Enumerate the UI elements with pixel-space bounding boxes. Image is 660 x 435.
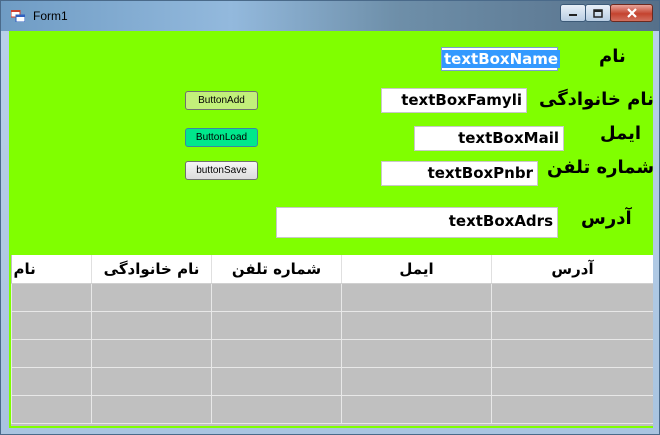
grid-cell[interactable]: [211, 395, 342, 424]
grid-cell[interactable]: [491, 367, 653, 396]
table-row[interactable]: [11, 395, 653, 424]
column-header-address[interactable]: آدرس: [491, 255, 653, 284]
form-client-area: نام textBoxName نام خانوادگی textBoxFamy…: [9, 31, 653, 428]
grid-cell[interactable]: [341, 367, 492, 396]
grid-cell[interactable]: [11, 283, 92, 312]
label-mail: ایمل: [600, 123, 642, 144]
load-button[interactable]: ButtonLoad: [185, 128, 258, 147]
grid-cell[interactable]: [91, 367, 212, 396]
label-address: آدرس: [581, 208, 632, 229]
textbox-name-selected-text: textBoxName: [442, 50, 561, 68]
grid-cell[interactable]: [211, 311, 342, 340]
textbox-phone[interactable]: textBoxPnbr: [381, 161, 538, 186]
form-app-icon: [11, 10, 25, 22]
grid-cell[interactable]: [11, 339, 92, 368]
grid-cell[interactable]: [491, 283, 653, 312]
close-button[interactable]: [610, 4, 653, 22]
table-row[interactable]: [11, 339, 653, 368]
grid-cell[interactable]: [11, 367, 92, 396]
column-header-name[interactable]: نام: [11, 255, 92, 284]
add-button[interactable]: ButtonAdd: [185, 91, 258, 110]
grid-cell[interactable]: [211, 339, 342, 368]
grid-cell[interactable]: [91, 311, 212, 340]
label-family: نام خانوادگی: [539, 89, 653, 110]
column-header-phone[interactable]: شماره تلفن: [211, 255, 342, 284]
grid-cell[interactable]: [91, 395, 212, 424]
column-header-mail[interactable]: ایمل: [341, 255, 492, 284]
maximize-button[interactable]: [585, 4, 611, 22]
grid-cell[interactable]: [341, 311, 492, 340]
label-name: نام: [599, 46, 626, 67]
grid-cell[interactable]: [211, 367, 342, 396]
grid-cell[interactable]: [11, 311, 92, 340]
grid-cell[interactable]: [341, 339, 492, 368]
form-window: Form1 نام textBoxName نام خانوادگی textB…: [0, 0, 660, 435]
textbox-address[interactable]: textBoxAdrs: [276, 207, 558, 238]
grid-cell[interactable]: [91, 339, 212, 368]
data-grid[interactable]: نام نام خانوادگی شماره تلفن ایمل آدرس: [11, 255, 653, 426]
close-icon: [626, 8, 637, 18]
title-bar[interactable]: Form1: [1, 1, 659, 31]
grid-cell[interactable]: [491, 395, 653, 424]
maximize-icon: [593, 8, 603, 18]
grid-cell[interactable]: [211, 283, 342, 312]
grid-cell[interactable]: [341, 283, 492, 312]
minimize-button[interactable]: [560, 4, 586, 22]
minimize-icon: [569, 14, 577, 16]
grid-cell[interactable]: [11, 395, 92, 424]
textbox-mail[interactable]: textBoxMail: [414, 126, 564, 151]
grid-cell[interactable]: [91, 283, 212, 312]
textbox-family[interactable]: textBoxFamyli: [381, 88, 527, 113]
grid-cell[interactable]: [341, 395, 492, 424]
table-row[interactable]: [11, 283, 653, 312]
textbox-name[interactable]: textBoxName: [441, 47, 561, 71]
label-phone: شماره تلفن: [547, 157, 653, 178]
window-title: Form1: [33, 9, 68, 23]
grid-cell[interactable]: [491, 339, 653, 368]
grid-cell[interactable]: [491, 311, 653, 340]
table-row[interactable]: [11, 311, 653, 340]
column-header-family[interactable]: نام خانوادگی: [91, 255, 212, 284]
table-row[interactable]: [11, 367, 653, 396]
save-button[interactable]: buttonSave: [185, 161, 258, 180]
